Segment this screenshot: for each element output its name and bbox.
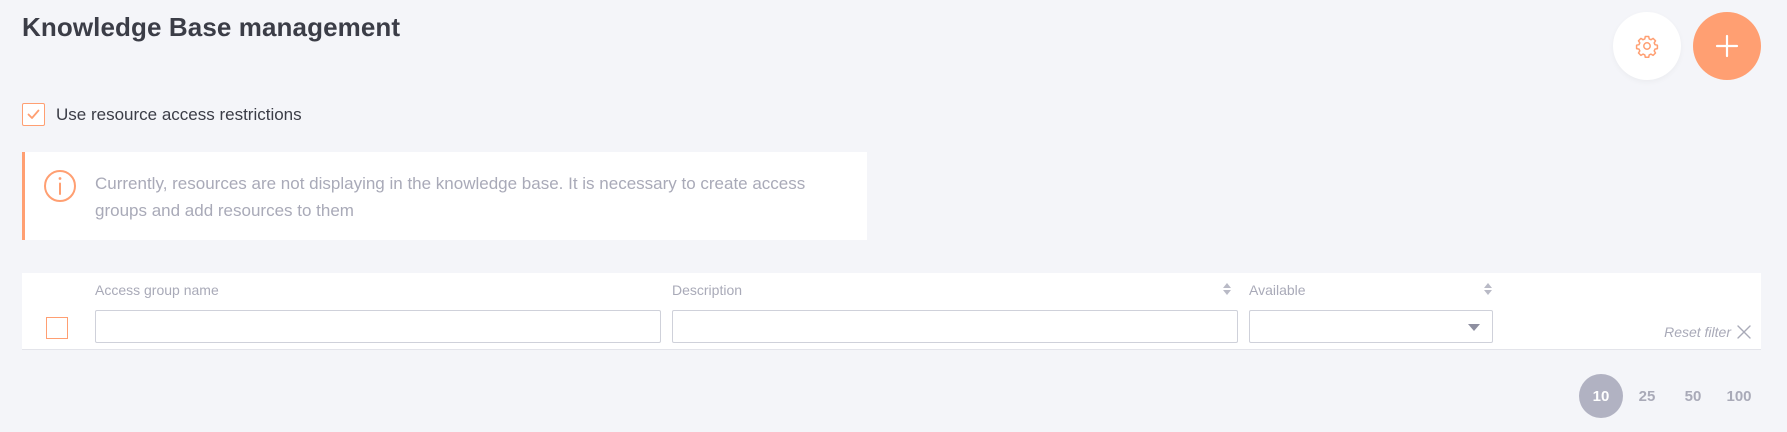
column-header-access-group-name[interactable]: Access group name <box>95 282 219 298</box>
page-size-option-50[interactable]: 50 <box>1671 374 1715 418</box>
header-actions <box>1613 12 1761 80</box>
info-icon <box>44 170 76 202</box>
filter-panel: Access group name Description Available … <box>22 273 1761 350</box>
checkmark-icon <box>27 109 40 119</box>
select-all-checkbox[interactable] <box>46 317 68 339</box>
knowledge-base-page: Knowledge Base management Use resource a… <box>0 0 1787 432</box>
gear-icon <box>1635 35 1659 58</box>
sort-icon[interactable] <box>1483 282 1493 296</box>
page-size-option-10[interactable]: 10 <box>1579 374 1623 418</box>
column-header-description[interactable]: Description <box>672 282 742 298</box>
restrictions-label[interactable]: Use resource access restrictions <box>56 105 302 125</box>
column-header-available[interactable]: Available <box>1249 282 1306 298</box>
notice-text: Currently, resources are not displaying … <box>95 174 806 220</box>
available-filter-select[interactable] <box>1249 310 1493 343</box>
reset-filter-button[interactable]: Reset filter <box>1664 324 1751 340</box>
reset-filter-label: Reset filter <box>1664 324 1731 340</box>
page-size-selector: 10 25 50 100 <box>1579 374 1761 418</box>
access-restrictions-toggle: Use resource access restrictions <box>22 103 302 126</box>
info-notice: Currently, resources are not displaying … <box>22 152 867 240</box>
restrictions-checkbox[interactable] <box>22 103 45 126</box>
description-filter-input[interactable] <box>672 310 1238 343</box>
sort-icon[interactable] <box>1222 282 1232 296</box>
page-title: Knowledge Base management <box>22 12 401 42</box>
page-size-option-25[interactable]: 25 <box>1625 374 1669 418</box>
page-size-option-100[interactable]: 100 <box>1717 374 1761 418</box>
plus-icon <box>1715 34 1739 58</box>
close-icon <box>1737 325 1751 339</box>
settings-button[interactable] <box>1613 12 1681 80</box>
add-button[interactable] <box>1693 12 1761 80</box>
access-group-name-filter-input[interactable] <box>95 310 661 343</box>
chevron-down-icon <box>1468 324 1480 331</box>
